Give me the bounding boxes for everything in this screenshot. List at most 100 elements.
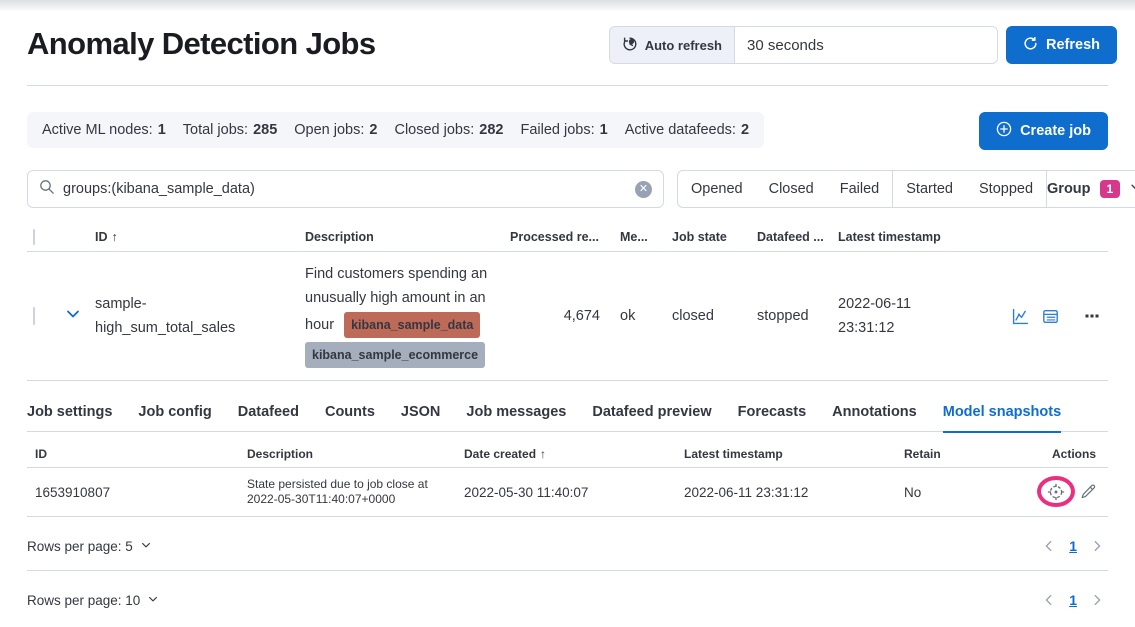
search-filter-row: ✕ Opened Closed Failed Started Stopped G… (27, 170, 1108, 208)
stat-closed-jobs: Closed jobs: 282 (394, 122, 503, 138)
filter-closed[interactable]: Closed (756, 181, 827, 197)
header-divider (27, 85, 1108, 86)
refresh-icon (1023, 36, 1038, 55)
page-header: Anomaly Detection Jobs Auto refresh Refr… (0, 12, 1135, 76)
column-header-label: Date created (464, 447, 536, 461)
prev-page-icon[interactable] (1042, 593, 1056, 607)
select-all-checkbox[interactable] (33, 229, 35, 245)
auto-refresh-toggle[interactable]: Auto refresh (610, 27, 735, 63)
tab-job-config[interactable]: Job config (138, 396, 211, 432)
snapshot-latest-timestamp: 2022-06-11 23:31:12 (684, 485, 904, 500)
filter-group: Opened Closed Failed Started Stopped Gro… (677, 170, 1135, 208)
job-id[interactable]: sample-high_sum_total_sales (89, 292, 297, 340)
snapshot-column-id[interactable]: ID (27, 447, 247, 461)
tab-annotations[interactable]: Annotations (832, 396, 917, 432)
next-page-icon[interactable] (1090, 539, 1104, 553)
group-filter-count-badge: 1 (1100, 180, 1121, 198)
job-processed-records: 4,674 (504, 308, 604, 324)
timestamp-date: 2022-06-11 (838, 292, 934, 316)
column-header-processed-records[interactable]: Processed re... (504, 230, 604, 244)
stat-label: Total jobs: (183, 122, 248, 138)
clear-search-icon[interactable]: ✕ (635, 181, 652, 198)
line-chart-icon[interactable] (1012, 308, 1029, 325)
stat-open-jobs: Open jobs: 2 (294, 122, 377, 138)
snapshot-column-retain[interactable]: Retain (904, 447, 1019, 461)
snapshot-row: 1653910807 State persisted due to job cl… (27, 468, 1108, 517)
crosshair-icon[interactable] (1047, 483, 1065, 501)
anomalies-table-icon[interactable] (1042, 308, 1059, 325)
job-id-text: sample-high_sum_total_sales (95, 292, 257, 340)
tab-json[interactable]: JSON (401, 396, 441, 432)
stat-value: 1 (600, 122, 608, 138)
tab-model-snapshots[interactable]: Model snapshots (943, 396, 1061, 433)
next-page-icon[interactable] (1090, 593, 1104, 607)
snapshot-column-actions: Actions (1019, 447, 1108, 461)
stat-failed-jobs: Failed jobs: 1 (520, 122, 607, 138)
job-latest-timestamp: 2022-06-11 23:31:12 (822, 292, 934, 340)
refresh-interval-input[interactable] (735, 27, 997, 63)
column-header-datafeed-state[interactable]: Datafeed ... (741, 230, 822, 244)
column-header-latest-timestamp[interactable]: Latest timestamp (822, 225, 934, 249)
jobs-pager: 1 (1042, 592, 1108, 608)
chevron-down-icon (1129, 180, 1135, 199)
filter-stopped[interactable]: Stopped (966, 181, 1046, 197)
column-header-job-state[interactable]: Job state (656, 230, 741, 244)
tab-datafeed[interactable]: Datafeed (238, 396, 299, 432)
group-badge-kibana-sample-ecommerce[interactable]: kibana_sample_ecommerce (305, 342, 485, 368)
create-job-label: Create job (1020, 123, 1091, 139)
group-badge-kibana-sample-data[interactable]: kibana_sample_data (344, 312, 480, 338)
collapse-row-chevron-icon[interactable] (65, 306, 81, 322)
filter-started[interactable]: Started (893, 181, 966, 197)
column-header-id[interactable]: ID↑ (89, 225, 297, 249)
stat-value: 285 (253, 122, 277, 138)
plus-circle-icon (996, 121, 1012, 141)
group-filter-button[interactable]: Group 1 (1047, 180, 1135, 199)
job-state: closed (656, 308, 741, 324)
snapshot-column-description[interactable]: Description (247, 447, 464, 462)
more-actions-icon[interactable] (1084, 308, 1100, 324)
jobs-table: ID↑ Description Processed re... Me... Jo… (27, 222, 1108, 381)
filter-opened[interactable]: Opened (678, 181, 756, 197)
job-description: Find customers spending an unusually hig… (297, 262, 504, 370)
jobs-table-pagination: Rows per page: 10 1 (27, 592, 1108, 608)
stat-label: Open jobs: (294, 122, 364, 138)
expanded-row-bottom-border (27, 570, 1108, 571)
summary-row: Active ML nodes: 1 Total jobs: 285 Open … (27, 112, 1108, 150)
create-job-button[interactable]: Create job (979, 112, 1108, 150)
snapshots-rows-per-page[interactable]: Rows per page: 5 (27, 539, 152, 554)
snapshot-column-latest-timestamp[interactable]: Latest timestamp (684, 447, 904, 461)
chevron-down-icon (147, 593, 159, 608)
snapshot-id: 1653910807 (27, 485, 247, 500)
tab-counts[interactable]: Counts (325, 396, 375, 432)
stat-label: Active datafeeds: (625, 122, 736, 138)
chevron-down-icon (140, 539, 152, 554)
snapshot-description-line2: 2022-05-30T11:40:07+0000 (247, 492, 452, 507)
page-number[interactable]: 1 (1069, 592, 1077, 608)
tab-forecasts[interactable]: Forecasts (738, 396, 807, 432)
model-snapshots-table: ID Description Date created ↑ Latest time… (27, 441, 1108, 554)
tab-datafeed-preview[interactable]: Datafeed preview (592, 396, 711, 432)
tab-job-settings[interactable]: Job settings (27, 396, 112, 432)
snapshot-column-date-created[interactable]: Date created ↑ (464, 447, 684, 461)
search-input[interactable] (63, 181, 627, 197)
rows-per-page-label: Rows per page: 5 (27, 539, 133, 554)
page-number[interactable]: 1 (1069, 538, 1077, 554)
stat-value: 2 (369, 122, 377, 138)
filter-failed[interactable]: Failed (827, 181, 893, 197)
search-icon (39, 179, 55, 200)
job-row-actions (934, 308, 1108, 325)
prev-page-icon[interactable] (1042, 539, 1056, 553)
auto-refresh-clock-icon (622, 36, 638, 55)
jobs-rows-per-page[interactable]: Rows per page: 10 (27, 593, 159, 608)
column-header-description[interactable]: Description (297, 225, 504, 249)
tab-job-messages[interactable]: Job messages (466, 396, 566, 432)
edit-pencil-icon[interactable] (1080, 484, 1096, 500)
row-checkbox[interactable] (33, 307, 35, 325)
column-header-memory-status[interactable]: Me... (604, 230, 656, 244)
refresh-button[interactable]: Refresh (1006, 26, 1117, 64)
stat-active-ml-nodes: Active ML nodes: 1 (42, 122, 166, 138)
stat-label: Failed jobs: (520, 122, 594, 138)
snapshots-pager: 1 (1042, 538, 1108, 554)
sort-ascending-icon: ↑ (540, 447, 546, 461)
jobs-table-header: ID↑ Description Processed re... Me... Jo… (27, 222, 1108, 252)
